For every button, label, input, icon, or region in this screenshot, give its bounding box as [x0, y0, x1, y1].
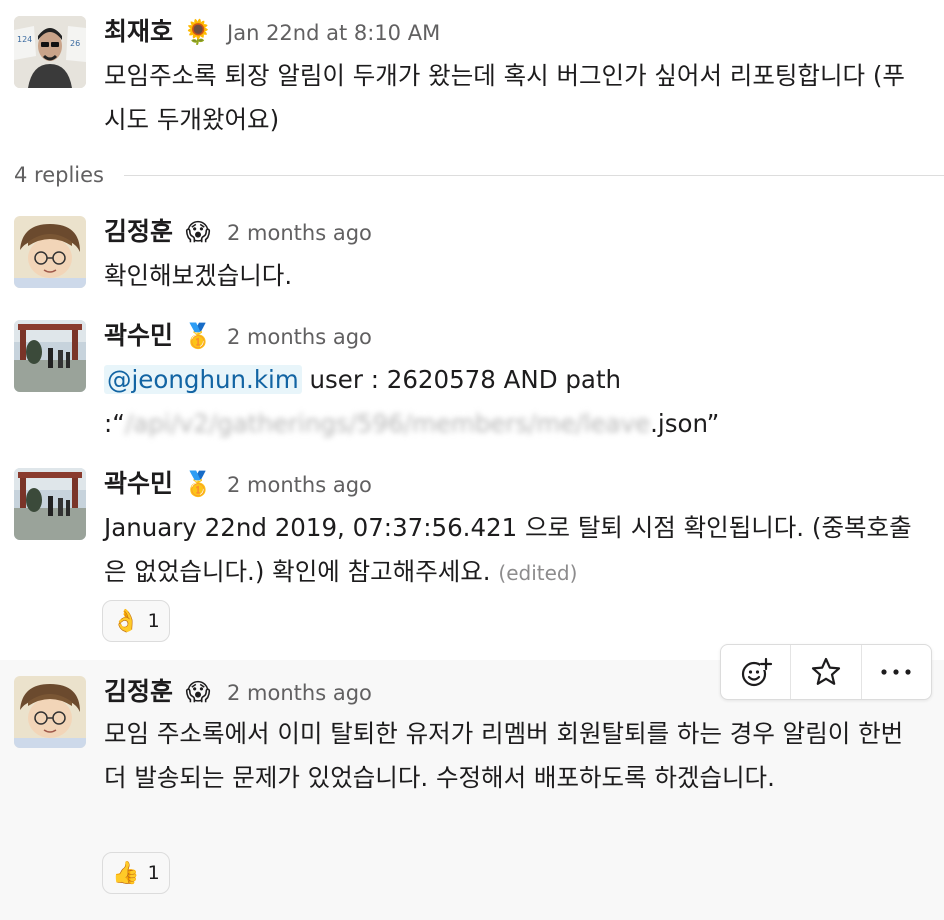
author-name[interactable]: 최재호: [104, 12, 173, 48]
timestamp[interactable]: Jan 22nd at 8:10 AM: [227, 21, 440, 45]
replies-count: 4 replies: [14, 163, 104, 187]
status-emoji: 🥇: [183, 470, 213, 498]
status-emoji: 🌻: [183, 18, 213, 46]
timestamp[interactable]: 2 months ago: [227, 221, 372, 245]
avatar[interactable]: [14, 320, 86, 392]
reply-message: 곽수민 🥇 2 months ago @jeonghun.kim user : …: [0, 304, 944, 454]
reaction-pill[interactable]: 👍 1: [102, 852, 170, 894]
avatar[interactable]: [14, 468, 86, 540]
message-text-part: .json”: [650, 409, 720, 438]
status-emoji: 😱: [185, 678, 211, 706]
user-mention[interactable]: @jeonghun.kim: [104, 365, 302, 394]
status-emoji: 😱: [185, 218, 211, 246]
message-text: @jeonghun.kim user : 2620578 AND path :“…: [104, 358, 922, 446]
edited-label: (edited): [498, 561, 578, 585]
star-icon: [811, 657, 841, 685]
message-text: 확인해보겠습니다.: [104, 261, 293, 290]
message-text: 모임 주소록에서 이미 탈퇴한 유저가 리멤버 회원탈퇴를 하는 경우 알림이 …: [104, 719, 904, 792]
more-actions-icon: [881, 669, 911, 675]
timestamp[interactable]: 2 months ago: [227, 325, 372, 349]
message-text-part: user : 2620578 AND path: [301, 365, 622, 394]
avatar[interactable]: [14, 676, 86, 748]
parent-message: 124 26 최재호 🌻 Jan 22nd at 8:10 AM 모임주소록 퇴…: [0, 0, 944, 150]
message-actions-toolbar: [720, 644, 932, 700]
svg-text:124: 124: [17, 35, 32, 44]
avatar[interactable]: 124 26: [14, 16, 86, 88]
thumbs-up-icon: 👍: [112, 860, 140, 886]
star-button[interactable]: [791, 645, 862, 699]
author-name[interactable]: 곽수민: [104, 464, 173, 500]
redacted-path: /api/v2/gatherings/596/members/me/leave: [124, 409, 651, 438]
reply-message: 곽수민 🥇 2 months ago January 22nd 2019, 07…: [0, 452, 944, 656]
reaction-count: 1: [147, 862, 160, 884]
divider-line: [124, 174, 944, 176]
avatar[interactable]: [14, 216, 86, 288]
author-name[interactable]: 김정훈: [104, 672, 173, 708]
message-text-part: :“: [104, 409, 125, 438]
svg-text:26: 26: [70, 39, 80, 48]
ok-hand-icon: 👌: [112, 608, 140, 634]
author-name[interactable]: 김정훈: [104, 212, 173, 248]
reply-message: 김정훈 😱 2 months ago 확인해보겠습니다.: [0, 200, 944, 300]
add-reaction-button[interactable]: [721, 645, 792, 699]
reaction-pill[interactable]: 👌 1: [102, 600, 170, 642]
timestamp[interactable]: 2 months ago: [227, 681, 372, 705]
author-name[interactable]: 곽수민: [104, 316, 173, 352]
message-text: January 22nd 2019, 07:37:56.421 으로 탈퇴 시점…: [104, 506, 922, 595]
timestamp[interactable]: 2 months ago: [227, 473, 372, 497]
replies-divider: 4 replies: [14, 160, 944, 190]
more-actions-button[interactable]: [862, 645, 931, 699]
reaction-count: 1: [147, 610, 160, 632]
status-emoji: 🥇: [183, 322, 213, 350]
add-reaction-icon: [741, 657, 772, 687]
message-text: 모임주소록 퇴장 알림이 두개가 왔는데 혹시 버그인가 싶어서 리포팅합니다 …: [104, 61, 905, 134]
